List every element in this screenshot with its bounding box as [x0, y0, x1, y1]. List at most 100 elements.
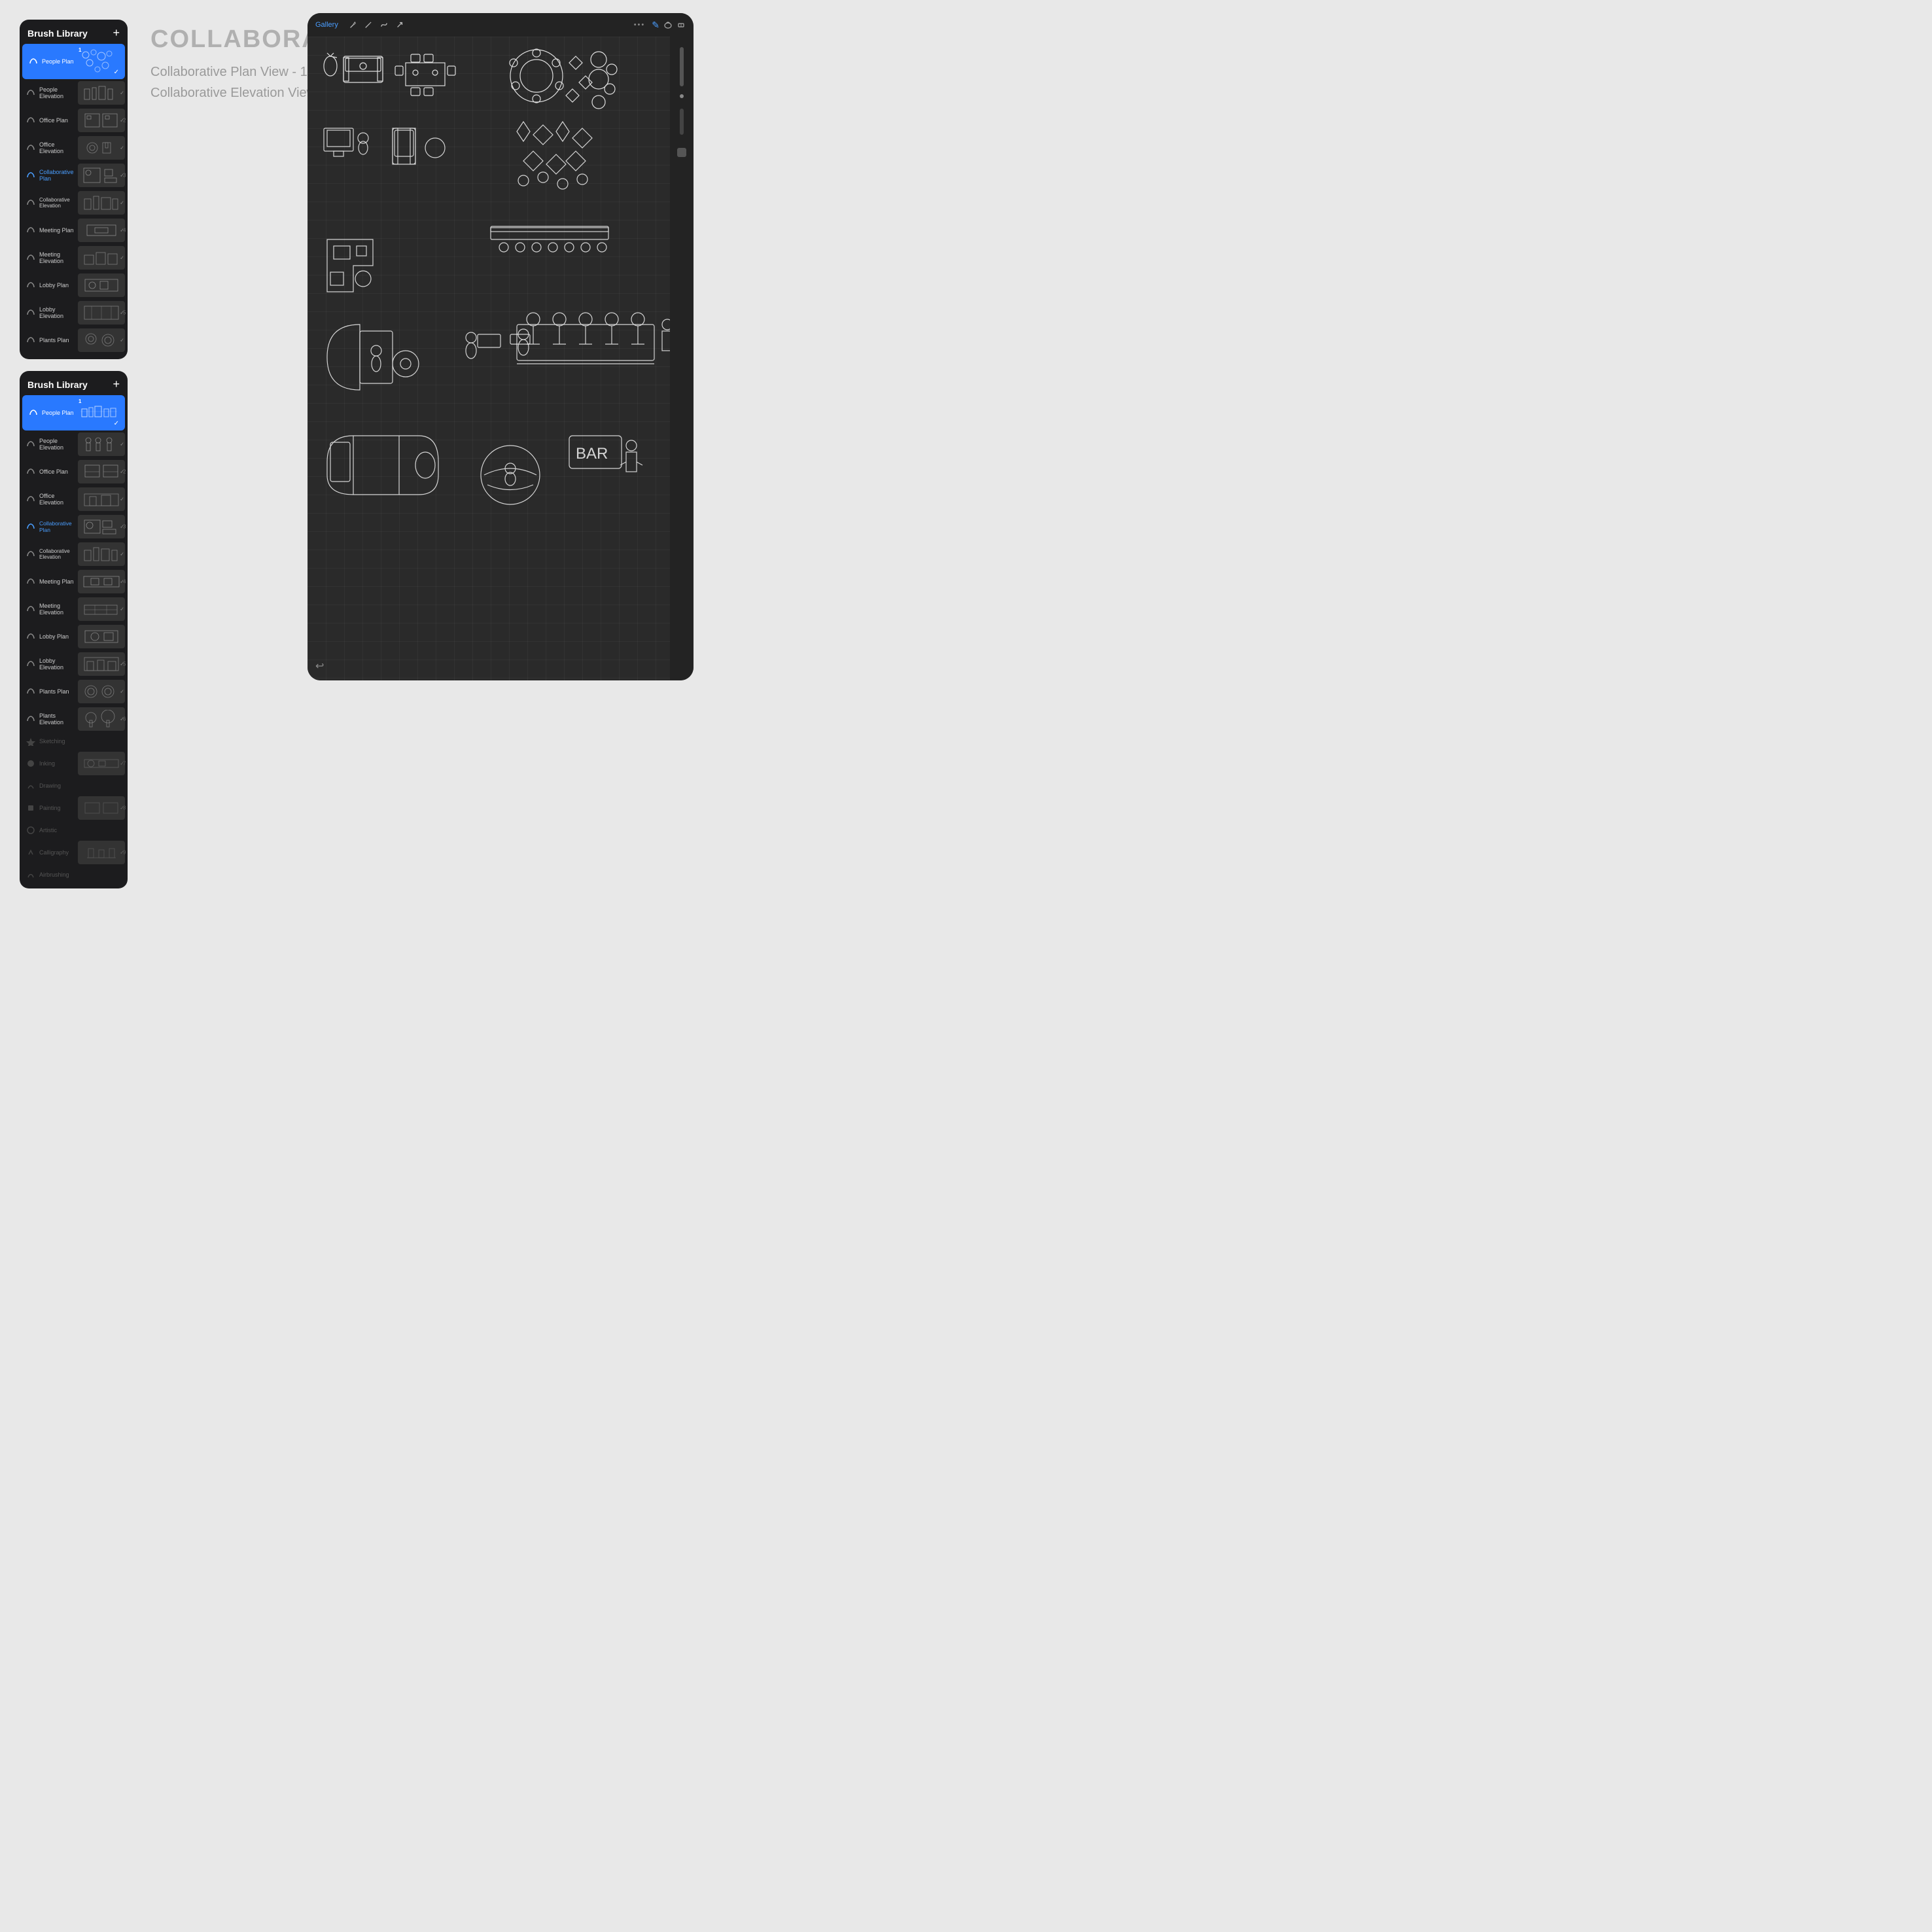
brush-row-people-plan-1[interactable]: People Plan 1 ✓: [22, 44, 125, 79]
brush-row-collab-plan-2[interactable]: Collaborative Plan 3 ✓: [20, 513, 128, 540]
brush-icon-collab-elevation-2: [24, 547, 38, 561]
label-inking-2: Inking: [38, 760, 77, 767]
brush-row-sketching-2[interactable]: Sketching: [20, 733, 128, 750]
tablet-container: Gallery: [307, 13, 694, 680]
toolbar-right-icons: ✎: [652, 20, 686, 31]
preview-meeting-elevation-1: [78, 246, 125, 270]
brush-row-meeting-elevation-1[interactable]: Meeting Elevation ✓: [20, 244, 128, 272]
brush-row-meeting-plan-2[interactable]: Meeting Plan 4 ✓: [20, 568, 128, 595]
brush-row-lobby-elevation-1[interactable]: Lobby Elevation 5 ✓: [20, 299, 128, 326]
preview-office-plan-2: [78, 460, 125, 483]
brush-row-lobby-plan-2[interactable]: Lobby Plan: [20, 623, 128, 650]
brush-icon-lobby-plan-1: [24, 278, 38, 292]
brush-row-plants-elevation-2[interactable]: Plants Elevation 6 ✓: [20, 705, 128, 733]
brush-row-meeting-elevation-2[interactable]: Meeting Elevation ✓: [20, 595, 128, 623]
brush-row-inking-2[interactable]: Inking 7 ✓: [20, 750, 128, 777]
canvas-button[interactable]: [677, 148, 686, 157]
tablet-canvas: BAR ↩: [307, 37, 670, 680]
preview-lobby-plan-2: [78, 625, 125, 648]
curve-icon[interactable]: [379, 20, 389, 30]
label-people-plan-1: People Plan: [41, 58, 74, 65]
brush-row-people-plan-2[interactable]: People Plan 1 ✓: [22, 395, 125, 430]
label-collab-plan-2: Collaborative Plan: [38, 520, 77, 533]
left-panel: Brush Library + People Plan: [20, 20, 128, 888]
brush-row-drawing-2[interactable]: Drawing: [20, 777, 128, 794]
card2-add-button[interactable]: +: [113, 378, 120, 391]
label-meeting-plan-2: Meeting Plan: [38, 578, 77, 585]
preview-lobby-elevation-2: [78, 652, 125, 676]
brush-row-painting-2[interactable]: Painting 8 ✓: [20, 794, 128, 822]
brush-icon-people-elevation-1: [24, 86, 38, 100]
preview-calligraphy-2: [78, 841, 125, 864]
brush-row-collab-elevation-2[interactable]: Collaborative Elevation ✓: [20, 540, 128, 568]
brush-library-card-2: Brush Library + People Plan: [20, 371, 128, 888]
wand-icon[interactable]: [363, 20, 374, 30]
brush-icon-lobby-plan-2: [24, 629, 38, 644]
brush-icon-plants-elevation-2: [24, 712, 38, 726]
brush-row-office-plan-1[interactable]: Office Plan 2 ✓: [20, 107, 128, 134]
brush-row-office-elevation-2[interactable]: Office Elevation ✓: [20, 485, 128, 513]
card1-add-button[interactable]: +: [113, 26, 120, 40]
brush-icon-office-plan-2: [24, 465, 38, 479]
label-lobby-plan-2: Lobby Plan: [38, 633, 77, 640]
preview-meeting-elevation-2: [78, 597, 125, 621]
brush-icon-meeting-elevation-2: [24, 602, 38, 616]
brush-row-office-elevation-1[interactable]: Office Elevation ✓: [20, 134, 128, 162]
label-collab-plan-1: Collaborative Plan: [38, 169, 77, 182]
brush-row-lobby-plan-1[interactable]: Lobby Plan: [20, 272, 128, 299]
brush-row-artistic-2[interactable]: Artistic: [20, 822, 128, 839]
brush-icon-meeting-elevation-1: [24, 251, 38, 265]
brush-icon-calligraphy-2: [24, 845, 38, 860]
brush-icon-artistic-2: [24, 823, 38, 837]
preview-collab-plan-2: [78, 515, 125, 538]
brush-row-airbrushing-2[interactable]: Airbrushing: [20, 866, 128, 883]
brush-icon-sketching-2: [24, 734, 38, 748]
gallery-button[interactable]: Gallery: [315, 21, 338, 29]
side-toolbar: [670, 37, 694, 680]
brush-icon-lobby-elevation-1: [24, 306, 38, 320]
brush-library-card-1: Brush Library + People Plan: [20, 20, 128, 359]
brush-row-plants-plan-2[interactable]: Plants Plan ✓: [20, 678, 128, 705]
label-plants-elevation-2: Plants Elevation: [38, 712, 77, 726]
pen-icon[interactable]: ✎: [652, 20, 659, 31]
brush-size-slider[interactable]: [680, 47, 684, 86]
eraser-icon[interactable]: [676, 20, 686, 31]
brush-icon-people-plan-2: [26, 406, 41, 420]
brush-row-meeting-plan-1[interactable]: Meeting Plan 4 ✓: [20, 217, 128, 244]
preview-inking-2: [78, 752, 125, 775]
smudge-icon[interactable]: [663, 20, 673, 31]
label-artistic-2: Artistic: [38, 827, 128, 834]
brush-row-plants-plan-1[interactable]: Plants Plan ✓: [20, 326, 128, 354]
wrench-icon[interactable]: [347, 20, 358, 30]
label-plants-plan-1: Plants Plan: [38, 337, 77, 343]
brush-row-lobby-elevation-2[interactable]: Lobby Elevation 5 ✓: [20, 650, 128, 678]
brush-icon-airbrushing-2: [24, 868, 38, 882]
card2-brush-list: People Plan 1 ✓: [20, 395, 128, 883]
brush-row-collab-elevation-1[interactable]: Collaborative Elevation ✓: [20, 189, 128, 217]
brush-row-calligraphy-2[interactable]: Calligraphy 9 ✓: [20, 839, 128, 866]
card2-header: Brush Library +: [20, 371, 128, 395]
label-plants-plan-2: Plants Plan: [38, 688, 77, 695]
preview-plants-elevation-2: [78, 707, 125, 731]
label-sketching-2: Sketching: [38, 738, 128, 745]
brush-icon-collab-plan-2: [24, 519, 38, 534]
brush-icon-people-elevation-2: [24, 437, 38, 451]
brush-icon-drawing-2: [24, 779, 38, 793]
label-collab-elevation-1: Collaborative Elevation: [38, 197, 77, 209]
opacity-slider[interactable]: [680, 109, 684, 135]
preview-office-elevation-2: [78, 487, 125, 511]
arrow-icon[interactable]: [395, 20, 405, 30]
label-airbrushing-2: Airbrushing: [38, 871, 128, 878]
brush-icon-collab-elevation-1: [24, 196, 38, 210]
brush-row-people-elevation-1[interactable]: People Elevation ✓: [20, 79, 128, 107]
brush-icon-plants-plan-1: [24, 333, 38, 347]
brush-icon-collab-plan-1: [24, 168, 38, 183]
preview-meeting-plan-2: [78, 570, 125, 593]
brush-row-office-plan-2[interactable]: Office Plan 2 ✓: [20, 458, 128, 485]
undo-button[interactable]: ↩: [315, 659, 324, 673]
brush-row-collab-plan-1[interactable]: Collaborative Plan 3 ✓: [20, 162, 128, 189]
toolbar-more-button[interactable]: •••: [634, 21, 646, 29]
label-lobby-elevation-2: Lobby Elevation: [38, 658, 77, 671]
brush-row-people-elevation-2[interactable]: People Elevation ✓: [20, 430, 128, 458]
tablet-toolbar: Gallery: [307, 13, 694, 37]
